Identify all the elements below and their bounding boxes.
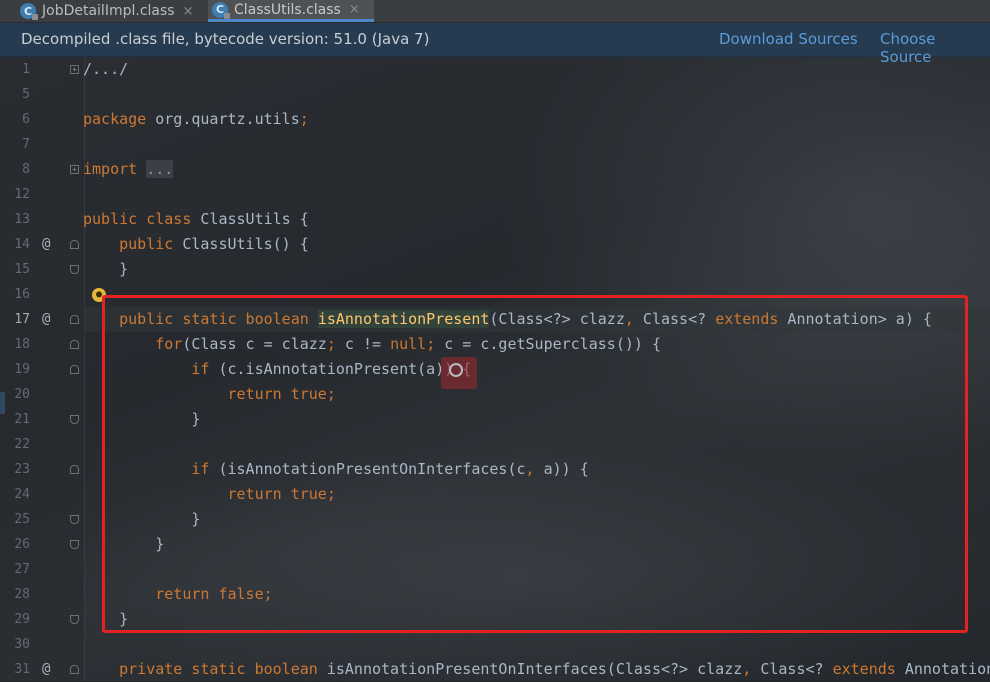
line-number[interactable]: 6 [0, 107, 30, 132]
decompiled-message: Decompiled .class file, bytecode version… [21, 30, 430, 48]
tab-jobdetailimpl[interactable]: C JobDetailImpl.class × [16, 0, 199, 22]
line-number[interactable]: 1 [0, 57, 30, 82]
line-number[interactable]: 13 [0, 207, 30, 232]
line-number[interactable]: 30 [0, 632, 30, 657]
params: Class<? [751, 660, 833, 678]
code-line-31[interactable]: private static boolean isAnnotationPrese… [83, 657, 990, 682]
line-number[interactable]: 16 [0, 282, 30, 307]
tab-bar: C JobDetailImpl.class × C ClassUtils.cla… [0, 0, 990, 23]
line-number[interactable]: 24 [0, 482, 30, 507]
line-number[interactable]: 22 [0, 432, 30, 457]
line-number[interactable]: 29 [0, 607, 30, 632]
code-line-14[interactable]: public ClassUtils() { [83, 232, 309, 257]
fold-end-icon[interactable] [70, 265, 79, 274]
fold-end-icon[interactable] [70, 515, 79, 524]
keyword: public [119, 235, 174, 253]
fold-collapse-icon[interactable] [70, 465, 79, 474]
folded-header[interactable]: /.../ [83, 60, 128, 78]
keyword: package [83, 110, 147, 128]
line-number[interactable]: 19 [0, 357, 30, 382]
choose-sources-link[interactable]: Choose Source [880, 30, 990, 66]
brace: } [119, 260, 129, 278]
line-number[interactable]: 14 [0, 232, 30, 257]
line-number-current[interactable]: 17 [0, 307, 30, 332]
line-number[interactable]: 28 [0, 582, 30, 607]
semicolon: ; [299, 110, 309, 128]
line-number[interactable]: 31 [0, 657, 30, 682]
tab-classutils[interactable]: C ClassUtils.class × [208, 0, 374, 22]
class-file-icon: C [212, 1, 230, 19]
fold-expand-icon[interactable]: + [70, 65, 79, 74]
keyword: import [83, 160, 138, 178]
code-line-8[interactable]: import ... [83, 157, 174, 182]
highlight-annotation-box [102, 295, 968, 633]
tab-label: JobDetailImpl.class [42, 3, 175, 19]
fold-collapse-icon[interactable] [70, 315, 79, 324]
fold-collapse-icon[interactable] [70, 365, 79, 374]
params: Annotation [895, 660, 990, 678]
class-file-icon: C [20, 3, 38, 20]
keyword: extends [832, 660, 896, 678]
code-line-1[interactable]: /.../ [83, 57, 128, 82]
code-line-13[interactable]: public class ClassUtils { [83, 207, 309, 232]
fold-expand-icon[interactable]: + [70, 165, 79, 174]
constructor-decl: ClassUtils() { [173, 235, 309, 253]
method-decl: isAnnotationPresentOnInterfaces(Class<?>… [317, 660, 743, 678]
folded-imports[interactable]: ... [146, 160, 174, 178]
comma: , [742, 660, 752, 678]
line-number[interactable]: 26 [0, 532, 30, 557]
line-number[interactable]: 25 [0, 507, 30, 532]
fold-end-icon[interactable] [70, 540, 79, 549]
override-marker-icon[interactable]: @ [42, 657, 50, 682]
package-name: org.quartz.utils [146, 110, 300, 128]
code-line-6[interactable]: package org.quartz.utils; [83, 107, 309, 132]
line-number[interactable]: 18 [0, 332, 30, 357]
line-number[interactable]: 27 [0, 557, 30, 582]
override-marker-icon[interactable]: @ [42, 232, 50, 257]
override-marker-icon[interactable]: @ [42, 307, 50, 332]
tab-label: ClassUtils.class [234, 1, 341, 18]
fold-collapse-icon[interactable] [70, 240, 79, 249]
close-icon[interactable]: × [183, 4, 194, 19]
keyword: private static boolean [119, 660, 318, 678]
fold-end-icon[interactable] [70, 615, 79, 624]
line-number[interactable]: 20 [0, 382, 30, 407]
line-number[interactable]: 12 [0, 182, 30, 207]
close-icon[interactable]: × [349, 2, 360, 17]
keyword: public class [83, 210, 192, 228]
line-number[interactable]: 7 [0, 132, 30, 157]
line-number[interactable]: 21 [0, 407, 30, 432]
class-decl: ClassUtils { [191, 210, 309, 228]
decompiled-notice-banner: Decompiled .class file, bytecode version… [0, 23, 990, 66]
fold-collapse-icon[interactable] [70, 665, 79, 674]
line-number[interactable]: 23 [0, 457, 30, 482]
line-number[interactable]: 15 [0, 257, 30, 282]
fold-collapse-icon[interactable] [70, 340, 79, 349]
line-number[interactable]: 5 [0, 82, 30, 107]
fold-end-icon[interactable] [70, 415, 79, 424]
download-sources-link[interactable]: Download Sources [719, 30, 858, 48]
code-line-15[interactable]: } [83, 257, 128, 282]
line-number[interactable]: 8 [0, 157, 30, 182]
